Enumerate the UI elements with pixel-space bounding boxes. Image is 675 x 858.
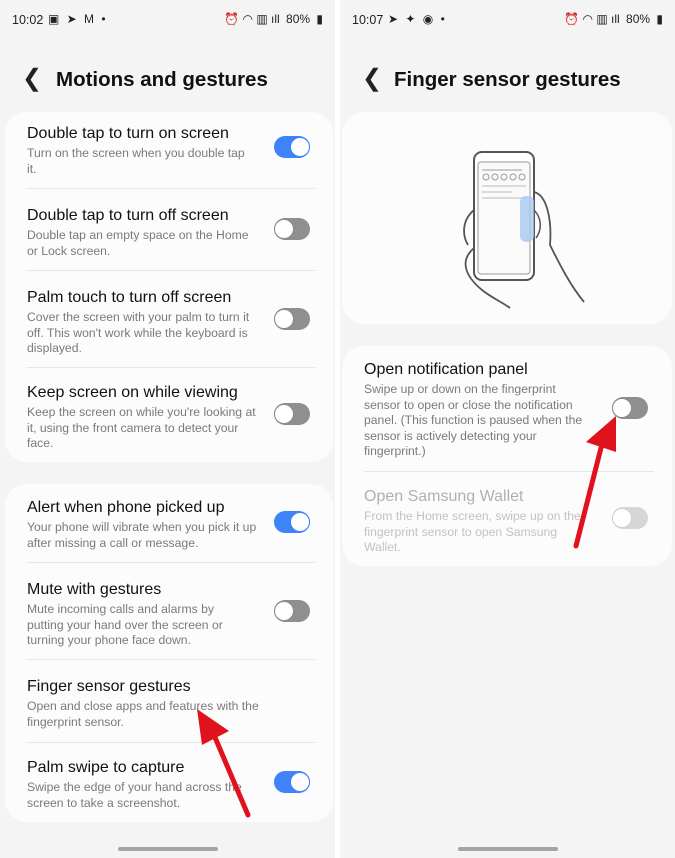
title-bar: ❮ Finger sensor gestures <box>340 62 675 102</box>
toggle-knob <box>290 137 310 157</box>
battery-icon: ▮ <box>656 12 663 26</box>
divider <box>27 270 315 271</box>
red-arrow-icon <box>573 416 616 549</box>
toggle-palm-swipe[interactable] <box>274 771 310 793</box>
status-time: 10:02 <box>12 13 44 27</box>
illustration-card <box>342 112 672 324</box>
signal-icons: ⏰ ◠ ▥ ıll <box>224 12 280 26</box>
signal-icons: ⏰ ◠ ▥ ıll <box>564 12 620 26</box>
page-title: Motions and gestures <box>56 68 268 91</box>
toggle-knob <box>274 219 294 239</box>
setting-title: Keep screen on while viewing <box>27 384 238 401</box>
notification-icons: ▣ ➤ M • <box>48 12 108 26</box>
battery-level: 80% <box>286 12 311 26</box>
toggle-knob <box>274 404 294 424</box>
setting-desc: Turn on the screen when you double tap i… <box>27 146 245 176</box>
toggle-knob <box>290 512 310 532</box>
battery-level: 80% <box>626 12 651 26</box>
divider <box>27 188 315 189</box>
phone-hand-illustration <box>463 151 585 309</box>
setting-desc: Double tap an empty space on the Home or… <box>27 228 249 258</box>
home-indicator[interactable] <box>458 847 558 851</box>
red-arrow-icon <box>197 709 251 818</box>
battery-icon: ▮ <box>316 12 323 26</box>
setting-desc: From the Home screen, swipe up on the fi… <box>364 509 581 554</box>
back-icon[interactable]: ❮ <box>22 64 42 93</box>
page-title: Finger sensor gestures <box>394 68 621 91</box>
divider <box>27 742 315 743</box>
setting-desc: Keep the screen on while you're looking … <box>27 405 256 450</box>
system-icons: ⏰ ◠ ▥ ıll 80% ▮ <box>221 12 323 26</box>
status-bar: 10:07 ➤ ✦ ◉ • ⏰ ◠ ▥ ıll 80% ▮ <box>340 0 675 40</box>
toggle-mute-gestures[interactable] <box>274 600 310 622</box>
divider <box>27 367 315 368</box>
setting-desc: Swipe up or down on the fingerprint sens… <box>364 382 583 458</box>
setting-finger-sensor-gestures[interactable]: Finger sensor gestures Open and close ap… <box>27 677 333 730</box>
setting-title: Mute with gestures <box>27 581 162 598</box>
toggle-knob <box>274 601 294 621</box>
notification-icons: ➤ ✦ ◉ • <box>388 12 447 26</box>
settings-card-2: Alert when phone picked up Your phone wi… <box>5 484 333 822</box>
toggle-palm-touch[interactable] <box>274 308 310 330</box>
title-bar: ❮ Motions and gestures <box>0 62 335 102</box>
toggle-double-tap-on[interactable] <box>274 136 310 158</box>
home-indicator[interactable] <box>118 847 218 851</box>
toggle-double-tap-off[interactable] <box>274 218 310 240</box>
divider <box>27 659 315 660</box>
system-icons: ⏰ ◠ ▥ ıll 80% ▮ <box>561 12 663 26</box>
settings-card-1: Double tap to turn on screen Turn on the… <box>5 112 333 462</box>
status-time: 10:07 <box>352 13 384 27</box>
status-bar: 10:02 ▣ ➤ M • ⏰ ◠ ▥ ıll 80% ▮ <box>0 0 335 40</box>
toggle-keep-screen-on[interactable] <box>274 403 310 425</box>
divider <box>27 562 315 563</box>
right-screen: 10:07 ➤ ✦ ◉ • ⏰ ◠ ▥ ıll 80% ▮ ❮ Finger s… <box>340 0 675 858</box>
toggle-knob <box>290 772 310 792</box>
left-screen: 10:02 ▣ ➤ M • ⏰ ◠ ▥ ıll 80% ▮ ❮ Motions … <box>0 0 335 858</box>
setting-desc: Cover the screen with your palm to turn … <box>27 310 250 355</box>
setting-title: Palm touch to turn off screen <box>27 289 232 306</box>
setting-desc: Your phone will vibrate when you pick it… <box>27 520 257 550</box>
setting-desc: Mute incoming calls and alarms by puttin… <box>27 602 223 647</box>
back-icon[interactable]: ❮ <box>362 64 382 93</box>
toggle-knob <box>274 309 294 329</box>
toggle-alert-picked-up[interactable] <box>274 511 310 533</box>
setting-title: Finger sensor gestures <box>27 678 191 695</box>
setting-title: Open notification panel <box>364 361 528 378</box>
